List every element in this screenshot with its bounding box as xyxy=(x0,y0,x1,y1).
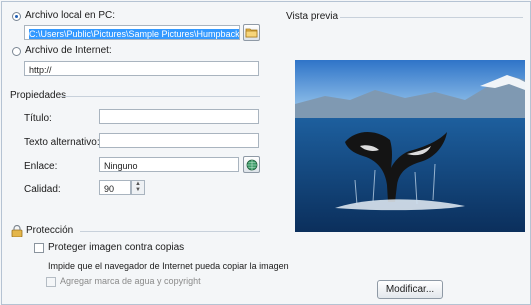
link-globe-button[interactable] xyxy=(243,156,260,173)
local-file-radio[interactable] xyxy=(12,12,21,21)
modify-button[interactable]: Modificar... xyxy=(377,280,443,299)
local-path-text: C:\Users\Public\Pictures\Sample Pictures… xyxy=(29,29,239,39)
link-field[interactable]: Ninguno xyxy=(99,157,239,172)
title-label: Título: xyxy=(24,113,52,124)
protection-divider xyxy=(80,231,260,232)
protect-copy-help: Impide que el navegador de Internet pued… xyxy=(48,261,289,271)
quality-label: Calidad: xyxy=(24,184,61,195)
link-label: Enlace: xyxy=(24,161,58,172)
protection-lock-icon xyxy=(11,224,23,238)
folder-icon xyxy=(245,28,258,38)
internet-file-label: Archivo de Internet: xyxy=(25,45,112,56)
preview-image xyxy=(295,60,525,232)
protection-section-label: Protección xyxy=(26,225,74,236)
watermark-checkbox[interactable] xyxy=(46,277,56,287)
browse-folder-button[interactable] xyxy=(243,24,260,41)
local-path-field[interactable]: C:\Users\Public\Pictures\Sample Pictures… xyxy=(24,25,240,40)
internet-url-field[interactable]: http:// xyxy=(24,61,259,76)
quality-spinner[interactable]: ▲ ▼ xyxy=(131,180,145,195)
title-field[interactable] xyxy=(99,109,259,124)
quality-field[interactable]: 90 xyxy=(99,180,131,195)
spinner-down-icon[interactable]: ▼ xyxy=(132,187,144,193)
protect-copy-label: Proteger imagen contra copias xyxy=(48,242,185,253)
local-file-label: Archivo local en PC: xyxy=(25,10,116,21)
properties-section-label: Propiedades xyxy=(10,90,67,101)
alt-text-field[interactable] xyxy=(99,133,259,148)
globe-icon xyxy=(246,159,257,170)
properties-divider xyxy=(62,96,260,97)
preview-divider xyxy=(340,17,523,18)
preview-label: Vista previa xyxy=(286,11,339,22)
alt-text-label: Texto alternativo: xyxy=(24,137,100,148)
protect-copy-checkbox[interactable] xyxy=(34,243,44,253)
watermark-label: Agregar marca de agua y copyright xyxy=(60,276,201,286)
internet-file-radio[interactable] xyxy=(12,47,21,56)
whale-tail-image xyxy=(295,60,525,232)
